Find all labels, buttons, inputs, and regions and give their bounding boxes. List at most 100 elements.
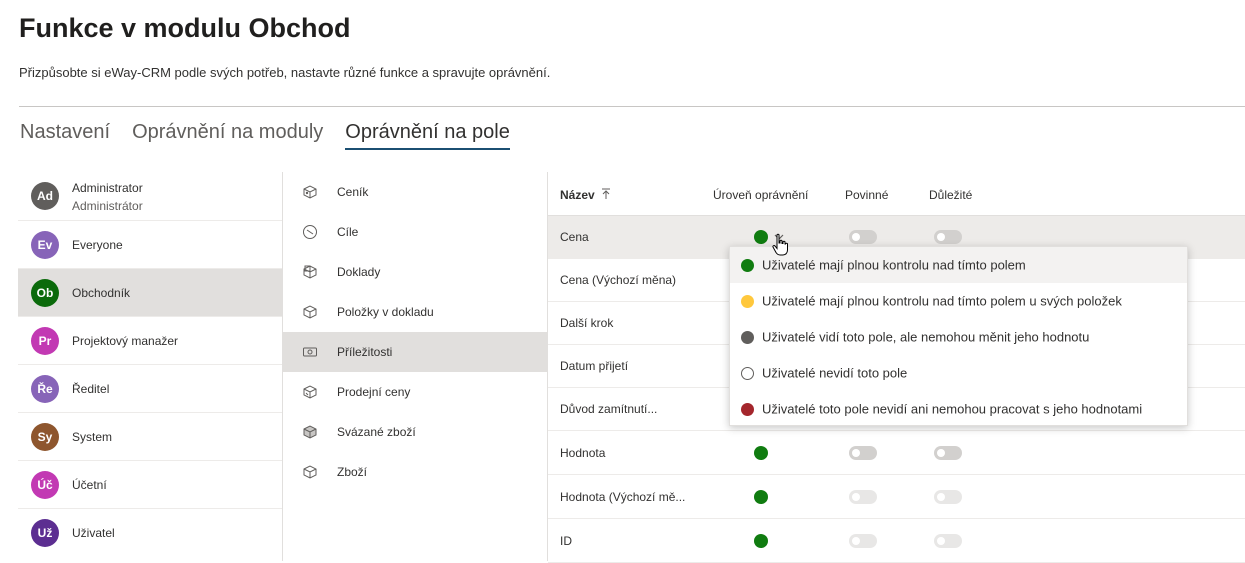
required-toggle[interactable] <box>849 445 877 460</box>
table-row[interactable]: Hodnota (Výchozí mě... <box>548 475 1245 519</box>
role-name: Obchodník <box>72 285 131 300</box>
permission-option-full-control[interactable]: Uživatelé mají plnou kontrolu nad tímto … <box>730 247 1187 283</box>
avatar: Sy <box>31 422 59 451</box>
module-item-zbozi[interactable]: Zboží <box>283 452 547 492</box>
permission-level-indicator[interactable] <box>754 445 768 460</box>
yellow-status-dot-icon <box>741 295 754 308</box>
avatar: Ad <box>31 182 59 210</box>
module-label: Cíle <box>337 225 359 239</box>
module-item-polozky-v-dokladu[interactable]: Položky v dokladu <box>283 292 547 332</box>
option-label: Uživatelé toto pole nevidí ani nemohou p… <box>762 401 1143 417</box>
field-name: Hodnota (Výchozí mě... <box>560 489 686 504</box>
module-label: Položky v dokladu <box>337 305 434 319</box>
field-name: Hodnota <box>560 445 606 460</box>
permission-level-indicator[interactable] <box>754 533 768 548</box>
role-item-administrator[interactable]: Ad Administrator Administrátor <box>18 172 282 221</box>
field-name: Důvod zamítnutí... <box>560 402 658 416</box>
module-label: Ceník <box>337 185 369 199</box>
module-label: Zboží <box>337 465 368 479</box>
field-name: Cena (Výchozí měna) <box>560 273 677 287</box>
role-name: Účetní <box>72 477 107 492</box>
column-header-required: Povinné <box>845 188 889 202</box>
role-item-obchodnik[interactable]: Ob Obchodník <box>18 269 282 317</box>
column-header-name[interactable]: Název <box>560 188 611 202</box>
required-toggle[interactable] <box>849 489 877 504</box>
field-name: Cena <box>560 230 589 244</box>
permission-level-indicator[interactable] <box>754 230 768 244</box>
required-toggle[interactable] <box>849 533 877 548</box>
role-name: Administrator <box>72 181 143 195</box>
role-item-projektovy-manazer[interactable]: Pr Projektový manažer <box>18 317 282 365</box>
sale-prices-icon <box>303 385 317 399</box>
permission-level-dropdown: Uživatelé mají plnou kontrolu nad tímto … <box>729 246 1188 426</box>
column-header-label: Název <box>560 188 595 202</box>
header-divider <box>19 106 1245 107</box>
column-header-important: Důležité <box>929 188 973 202</box>
goals-icon <box>303 225 317 239</box>
role-subtitle: Administrátor <box>72 199 143 213</box>
permission-option-own-items[interactable]: Uživatelé mají plnou kontrolu nad tímto … <box>730 283 1187 319</box>
gray-status-dot-icon <box>741 331 754 344</box>
important-toggle[interactable] <box>934 489 962 504</box>
avatar: Pr <box>31 326 59 355</box>
important-toggle[interactable] <box>934 445 962 460</box>
permission-level-indicator[interactable] <box>754 489 768 504</box>
document-items-icon <box>303 305 317 319</box>
role-item-uzivatel[interactable]: Už Uživatel <box>18 509 282 556</box>
price-list-icon <box>303 185 317 199</box>
field-name: Datum přijetí <box>560 359 629 373</box>
module-item-doklady[interactable]: Doklady <box>283 252 547 292</box>
module-label: Prodejní ceny <box>337 385 411 399</box>
documents-icon <box>303 265 317 279</box>
table-row[interactable]: ID <box>548 519 1245 563</box>
role-name: Everyone <box>72 237 123 252</box>
avatar: Ob <box>31 278 59 307</box>
table-row[interactable]: Hodnota <box>548 431 1245 475</box>
module-item-svazane-zbozi[interactable]: Svázané zboží <box>283 412 547 452</box>
page-subtitle: Přizpůsobte si eWay-CRM podle svých potř… <box>19 65 551 80</box>
tab-module-permissions[interactable]: Oprávnění na moduly <box>132 121 323 150</box>
module-label: Svázané zboží <box>337 425 416 439</box>
module-label: Doklady <box>337 265 381 279</box>
tab-settings[interactable]: Nastavení <box>20 121 110 150</box>
module-item-prodejni-ceny[interactable]: Prodejní ceny <box>283 372 547 412</box>
role-name: System <box>72 429 113 444</box>
role-list: Ad Administrator Administrátor Ev Everyo… <box>18 172 282 556</box>
module-list: Ceník Cíle Doklady Položky v dokladu Pří… <box>283 172 547 492</box>
permission-option-no-access[interactable]: Uživatelé toto pole nevidí ani nemohou p… <box>730 391 1187 427</box>
bundled-products-icon <box>303 425 317 439</box>
tab-field-permissions[interactable]: Oprávnění na pole <box>345 121 510 150</box>
avatar: Ře <box>31 374 59 403</box>
permission-option-hidden[interactable]: Uživatelé nevidí toto pole <box>730 355 1187 391</box>
column-header-level: Úroveň oprávnění <box>713 188 809 202</box>
module-label: Příležitosti <box>337 345 393 359</box>
required-toggle[interactable] <box>849 230 877 244</box>
products-icon <box>303 465 317 479</box>
avatar: Ev <box>31 230 59 259</box>
permission-option-read-only[interactable]: Uživatelé vidí toto pole, ale nemohou mě… <box>730 319 1187 355</box>
option-label: Uživatelé mají plnou kontrolu nad tímto … <box>762 257 1026 273</box>
role-name: Ředitel <box>72 381 110 396</box>
role-name: Projektový manažer <box>72 333 179 348</box>
module-item-cile[interactable]: Cíle <box>283 212 547 252</box>
role-item-reditel[interactable]: Ře Ředitel <box>18 365 282 413</box>
red-status-dot-icon <box>741 403 754 416</box>
module-item-prilezitosti[interactable]: Příležitosti <box>283 332 547 372</box>
empty-status-dot-icon <box>741 367 754 380</box>
opportunities-icon <box>303 347 317 357</box>
option-label: Uživatelé mají plnou kontrolu nad tímto … <box>762 293 1122 309</box>
important-toggle[interactable] <box>934 533 962 548</box>
option-label: Uživatelé nevidí toto pole <box>762 365 908 381</box>
role-item-system[interactable]: Sy System <box>18 413 282 461</box>
role-item-ucetni[interactable]: Úč Účetní <box>18 461 282 509</box>
role-name: Uživatel <box>72 525 115 540</box>
sort-ascending-icon <box>602 188 611 199</box>
tab-bar: Nastavení Oprávnění na moduly Oprávnění … <box>20 121 532 150</box>
role-item-everyone[interactable]: Ev Everyone <box>18 221 282 269</box>
green-status-dot-icon <box>741 259 754 272</box>
important-toggle[interactable] <box>934 230 962 244</box>
avatar: Úč <box>31 470 59 499</box>
module-item-cenik[interactable]: Ceník <box>283 172 547 212</box>
page-title: Funkce v modulu Obchod <box>19 13 351 43</box>
hand-cursor-icon <box>772 233 788 256</box>
